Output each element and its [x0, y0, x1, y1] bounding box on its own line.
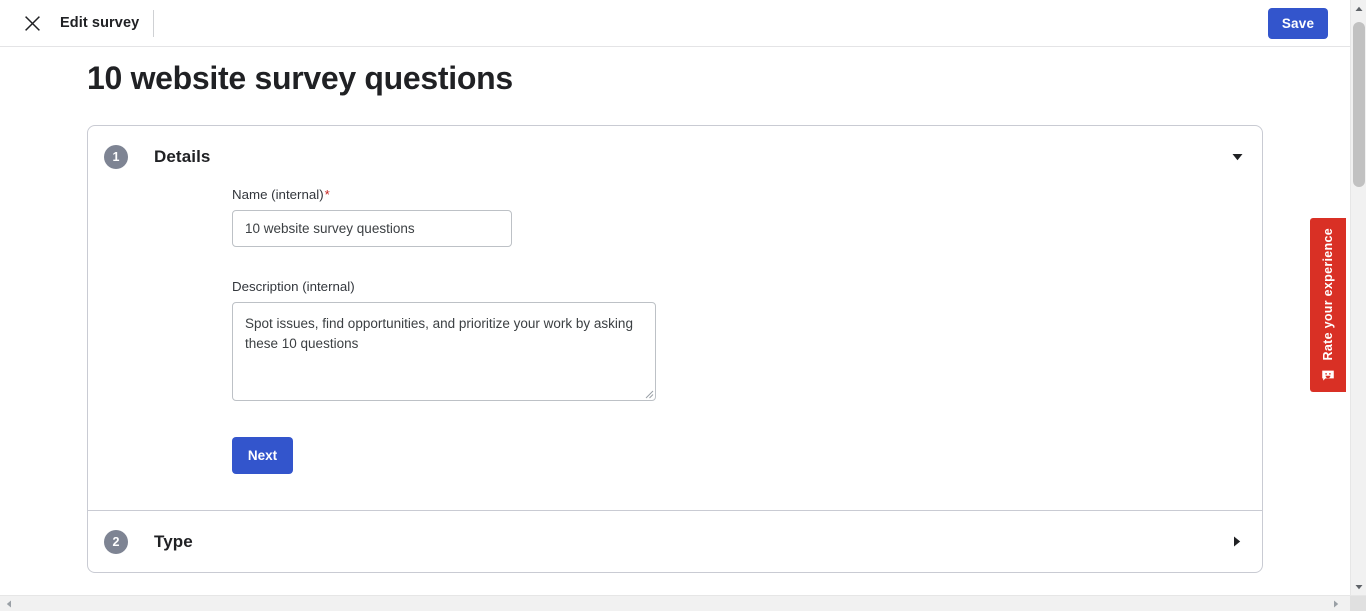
topbar-title: Edit survey [60, 15, 140, 31]
topbar-divider [153, 9, 155, 37]
field-label-name: Name (internal)* [232, 187, 1262, 202]
next-button[interactable]: Next [232, 437, 293, 474]
step-number-1: 1 [104, 144, 128, 169]
step-number-2: 2 [104, 529, 128, 554]
field-label-name-text: Name (internal) [232, 187, 324, 202]
triangle-right-icon[interactable] [1327, 596, 1344, 611]
scrollbar-corner [1350, 596, 1366, 611]
survey-editor-card: 1 Details Name (internal)* Description ( [87, 125, 1263, 573]
triangle-up-icon-glyph [1355, 6, 1363, 11]
close-icon-glyph [24, 15, 40, 31]
triangle-left-icon[interactable] [0, 596, 17, 611]
chevron-down-icon-glyph [1232, 153, 1242, 160]
rate-experience-label: Rate your experience [1321, 228, 1335, 361]
main-content: 10 website survey questions 1 Details Na… [0, 47, 1350, 592]
save-button[interactable]: Save [1268, 8, 1328, 39]
chevron-right-icon[interactable] [1230, 535, 1244, 549]
field-name-internal: Name (internal)* [232, 187, 1262, 247]
field-label-description: Description (internal) [232, 279, 355, 294]
triangle-right-icon-glyph [1333, 600, 1338, 608]
triangle-up-icon[interactable] [1351, 0, 1366, 17]
section-header-type[interactable]: 2 Type [88, 511, 1262, 572]
triangle-down-icon[interactable] [1351, 578, 1366, 595]
description-textarea-wrap [232, 302, 656, 401]
section-title-details: Details [154, 146, 211, 166]
chevron-down-icon[interactable] [1230, 150, 1244, 164]
name-input[interactable] [232, 210, 512, 247]
vertical-scrollbar-thumb[interactable] [1353, 22, 1365, 187]
horizontal-scrollbar[interactable] [0, 595, 1366, 611]
close-icon[interactable] [18, 9, 46, 37]
page-title: 10 website survey questions [87, 60, 513, 96]
section-title-type: Type [154, 531, 193, 551]
triangle-down-icon-glyph [1355, 584, 1363, 589]
required-asterisk: * [324, 187, 330, 202]
app-window: Edit survey Save 10 website survey quest… [0, 0, 1366, 611]
section-header-details[interactable]: 1 Details [88, 126, 1262, 187]
chevron-right-icon-glyph [1234, 536, 1241, 547]
rate-experience-tab[interactable]: Rate your experience [1310, 218, 1346, 392]
feedback-smiley-icon [1322, 371, 1334, 382]
vertical-scrollbar[interactable] [1350, 0, 1366, 595]
top-bar: Edit survey Save [0, 0, 1350, 47]
field-description-internal: Description (internal) [232, 279, 1262, 401]
description-textarea[interactable] [232, 302, 656, 401]
triangle-left-icon-glyph [6, 600, 11, 608]
section-body-details: Name (internal)* Description (internal) … [88, 187, 1262, 510]
